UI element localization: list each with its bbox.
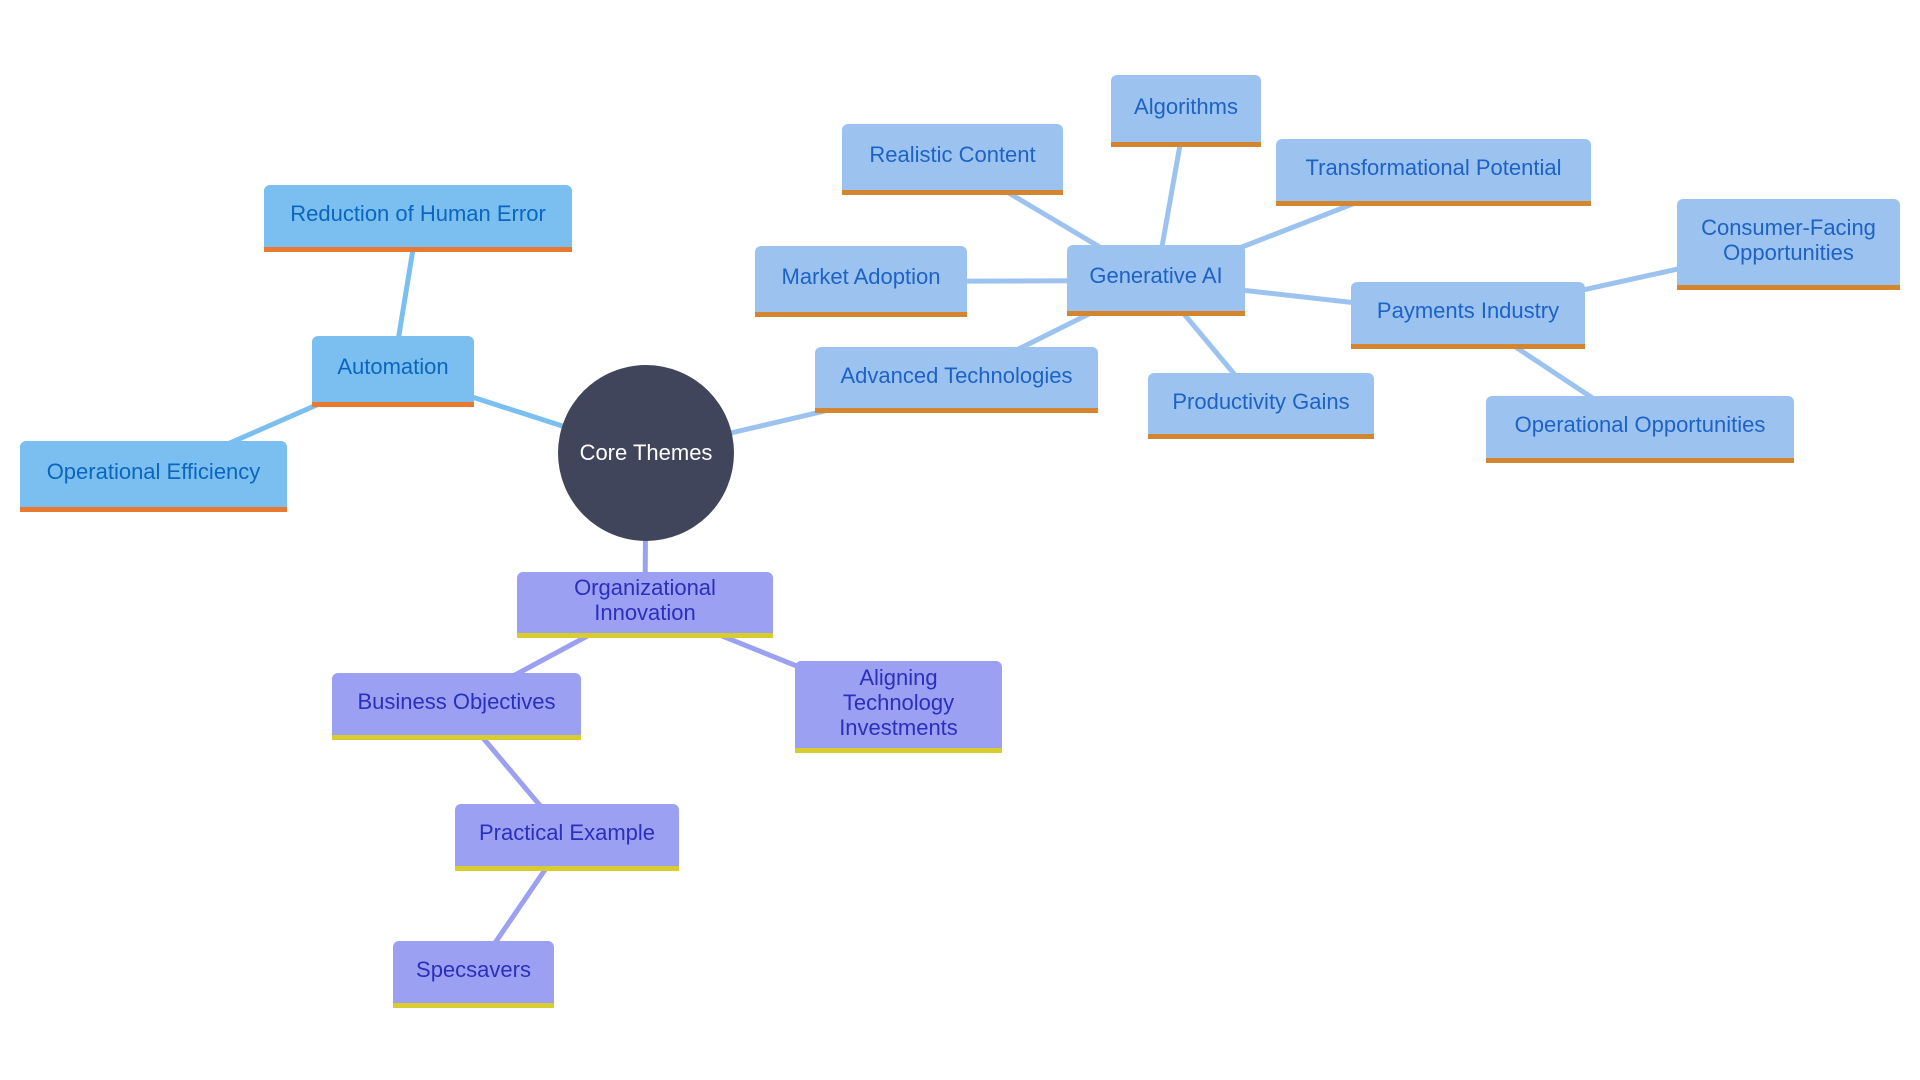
node-payments-industry[interactable]: Payments Industry — [1351, 282, 1585, 349]
node-realistic-content[interactable]: Realistic Content — [842, 124, 1063, 195]
node-operational-opportunities[interactable]: Operational Opportunities — [1486, 396, 1794, 463]
node-productivity-gains[interactable]: Productivity Gains — [1148, 373, 1374, 439]
node-practical-example[interactable]: Practical Example — [455, 804, 679, 871]
node-consumer-facing-opportunities[interactable]: Consumer-Facing Opportunities — [1677, 199, 1900, 290]
node-operational-efficiency[interactable]: Operational Efficiency — [20, 441, 287, 512]
node-transformational-potential[interactable]: Transformational Potential — [1276, 139, 1591, 206]
node-generative-ai[interactable]: Generative AI — [1067, 245, 1245, 316]
node-advanced-technologies[interactable]: Advanced Technologies — [815, 347, 1098, 413]
node-business-objectives[interactable]: Business Objectives — [332, 673, 581, 740]
node-organizational-innovation[interactable]: Organizational Innovation — [517, 572, 773, 638]
node-reduction-of-human-error[interactable]: Reduction of Human Error — [264, 185, 572, 252]
node-market-adoption[interactable]: Market Adoption — [755, 246, 967, 317]
node-algorithms[interactable]: Algorithms — [1111, 75, 1261, 147]
root-node-core-themes[interactable]: Core Themes — [558, 365, 734, 541]
node-automation[interactable]: Automation — [312, 336, 474, 407]
node-specsavers[interactable]: Specsavers — [393, 941, 554, 1008]
node-aligning-technology-investments[interactable]: Aligning Technology Investments — [795, 661, 1002, 753]
